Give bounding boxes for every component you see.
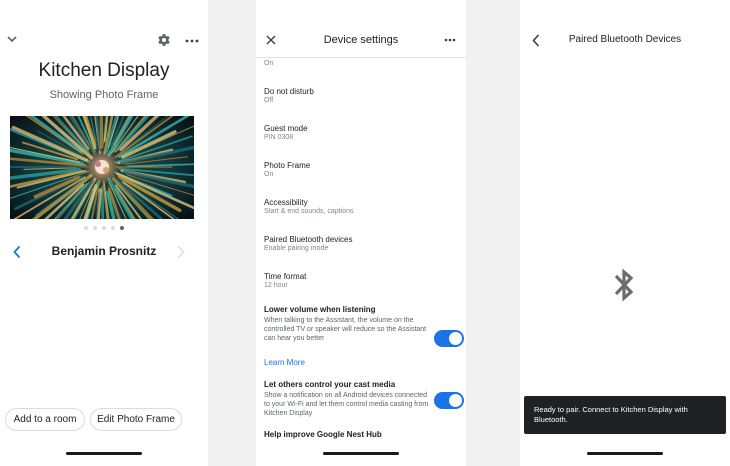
cast-media-toggle[interactable] (434, 392, 464, 409)
carousel-dot[interactable] (120, 226, 124, 230)
learn-more-link[interactable]: Learn More (264, 358, 305, 367)
do-not-disturb-setting[interactable]: Do not disturb (264, 87, 314, 96)
carousel-dots (0, 226, 208, 230)
bluetooth-title: Paired Bluetooth Devices (568, 34, 682, 45)
device-settings-screen: On Do not disturb Off Guest mode PIN 030… (256, 0, 466, 466)
burst-photo-image (10, 116, 194, 219)
photo-frame-preview[interactable] (10, 116, 194, 219)
pairing-snackbar: Ready to pair. Connect to Kitchen Displa… (524, 396, 726, 434)
setting-row-sub: 12 hour (264, 282, 288, 289)
settings-title: Device settings (323, 34, 399, 46)
home-indicator[interactable] (66, 452, 142, 455)
carousel-dot[interactable] (84, 226, 88, 230)
carousel-dot[interactable] (111, 226, 115, 230)
help-improve-setting[interactable]: Help improve Google Nest Hub (264, 430, 382, 439)
setting-row-sub: PIN 0308 (264, 134, 294, 141)
edit-photo-frame-button[interactable]: Edit Photo Frame (90, 408, 182, 431)
photo-frame-setting[interactable]: Photo Frame (264, 161, 310, 170)
device-home-screen: Kitchen Display Showing Photo Frame Benj… (0, 0, 208, 466)
chevron-right-icon[interactable] (176, 245, 186, 259)
accessibility-setting[interactable]: Accessibility (264, 198, 308, 207)
lower-volume-setting: Lower volume when listening (264, 305, 376, 314)
photo-ray (99, 116, 104, 149)
chevron-down-icon[interactable] (6, 33, 18, 45)
cast-media-description: Show a notification on all Android devic… (264, 392, 429, 417)
photo-ray (100, 185, 105, 219)
home-indicator[interactable] (587, 452, 663, 455)
cast-media-setting: Let others control your cast media (264, 380, 396, 389)
home-indicator[interactable] (323, 452, 399, 455)
bluetooth-screen: Paired Bluetooth Devices Ready to pair. … (520, 0, 730, 466)
setting-row-sub: On (264, 60, 274, 67)
paired-bluetooth-setting[interactable]: Paired Bluetooth devices (264, 235, 353, 244)
setting-row-sub: Enable pairing mode (264, 245, 329, 252)
add-to-room-button[interactable]: Add to a room (5, 408, 85, 431)
time-format-setting[interactable]: Time format (264, 272, 306, 281)
more-horizontal-icon[interactable] (444, 38, 456, 42)
bluetooth-icon (614, 268, 634, 302)
settings-header: Device settings (256, 0, 466, 58)
guest-mode-setting[interactable]: Guest mode (264, 124, 308, 133)
setting-row-sub: On (264, 171, 274, 178)
setting-row-sub: Off (264, 97, 274, 104)
device-title: Kitchen Display (38, 60, 170, 81)
lower-volume-toggle[interactable] (434, 330, 464, 347)
setting-row-sub: Start & end sounds, captions (264, 208, 354, 215)
carousel-dot[interactable] (102, 226, 106, 230)
device-status: Showing Photo Frame (49, 89, 159, 101)
more-horizontal-icon[interactable] (185, 39, 199, 43)
lower-volume-description: When talking to the Assistant, the volum… (264, 317, 427, 342)
carousel-dot[interactable] (93, 226, 97, 230)
gear-icon[interactable] (157, 33, 171, 47)
